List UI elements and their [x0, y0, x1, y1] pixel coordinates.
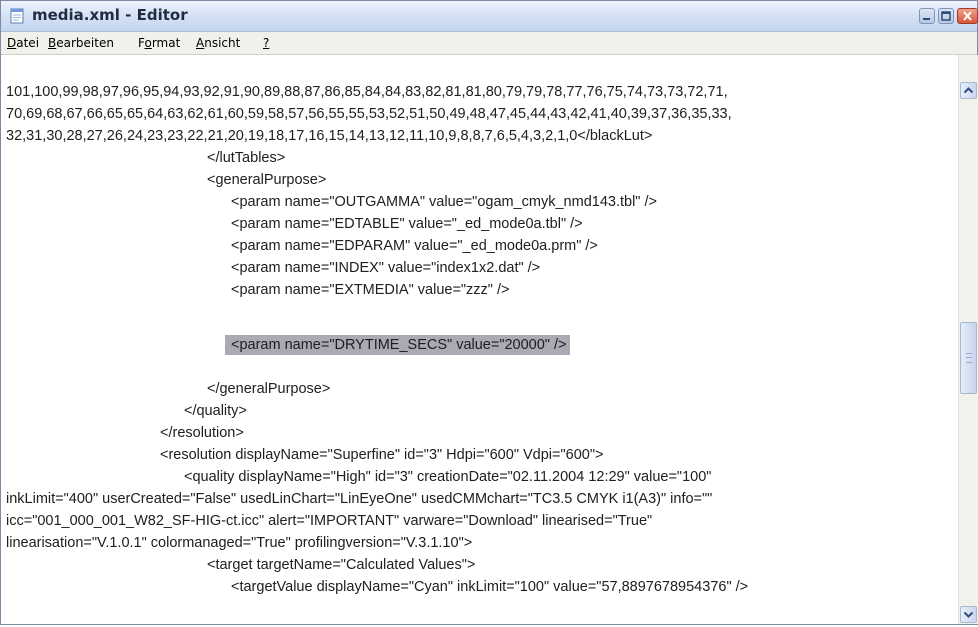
text-line: linearisation="V.1.0.1" colormanaged="Tr…: [6, 535, 473, 551]
close-button[interactable]: [957, 8, 978, 24]
text-line: </lutTables>: [207, 150, 286, 166]
text-line: <param name="EDTABLE" value="_ed_mode0a.…: [231, 216, 583, 232]
maximize-icon: [939, 9, 953, 23]
text-line: </resolution>: [160, 425, 244, 441]
editor-window: media.xml - Editor Datei Bearbeiten Form…: [0, 0, 978, 625]
menu-datei[interactable]: Datei: [7, 35, 39, 51]
menu-help[interactable]: ?: [263, 35, 269, 51]
scroll-up-arrow-icon: [961, 85, 976, 102]
text-line: <quality displayName="High" id="3" creat…: [184, 469, 712, 485]
text-line: <targetValue displayName="Cyan" inkLimit…: [231, 579, 749, 595]
menu-bar: Datei Bearbeiten Format Ansicht ?: [1, 32, 977, 55]
close-icon: [958, 9, 977, 23]
text-line: </generalPurpose>: [207, 381, 331, 397]
menu-format[interactable]: Format: [138, 35, 180, 51]
scrollbar-grip-icon: [966, 353, 972, 363]
minimize-button[interactable]: [919, 8, 935, 24]
maximize-button[interactable]: [938, 8, 954, 24]
text-line: icc="001_000_001_W82_SF-HIG-ct.icc" aler…: [6, 513, 653, 529]
scrollbar-thumb[interactable]: [960, 322, 977, 394]
minimize-icon: [920, 9, 934, 23]
menu-ansicht[interactable]: Ansicht: [196, 35, 240, 51]
text-line: <param name="EXTMEDIA" value="zzz" />: [231, 282, 510, 298]
text-line: 32,31,30,28,27,26,24,23,23,22,21,20,19,1…: [6, 128, 653, 144]
notepad-icon: [10, 7, 25, 24]
text-line: <param name="INDEX" value="index1x2.dat"…: [231, 260, 541, 276]
scroll-down-button[interactable]: [960, 606, 977, 623]
text-line: <param name="OUTGAMMA" value="ogam_cmyk_…: [231, 194, 657, 210]
window-title: media.xml - Editor: [32, 6, 188, 24]
text-line: 70,69,68,67,66,65,65,64,63,62,61,60,59,5…: [6, 106, 732, 122]
vertical-scrollbar[interactable]: [958, 55, 978, 624]
text-line: <generalPurpose>: [207, 172, 327, 188]
title-bar[interactable]: media.xml - Editor: [1, 1, 978, 32]
selected-text-line: <param name="DRYTIME_SECS" value="20000"…: [225, 335, 571, 355]
scroll-up-button[interactable]: [960, 82, 977, 99]
scroll-down-arrow-icon: [961, 609, 976, 626]
text-line: <target targetName="Calculated Values">: [207, 557, 476, 573]
text-line: </quality>: [184, 403, 247, 419]
text-editor-area[interactable]: 101,100,99,98,97,96,95,94,93,92,91,90,89…: [1, 55, 958, 624]
text-line: inkLimit="400" userCreated="False" usedL…: [6, 491, 713, 507]
text-line: <param name="EDPARAM" value="_ed_mode0a.…: [231, 238, 598, 254]
menu-bearbeiten[interactable]: Bearbeiten: [48, 35, 114, 51]
text-line: <resolution displayName="Superfine" id="…: [160, 447, 604, 463]
text-line: 101,100,99,98,97,96,95,94,93,92,91,90,89…: [6, 84, 728, 100]
